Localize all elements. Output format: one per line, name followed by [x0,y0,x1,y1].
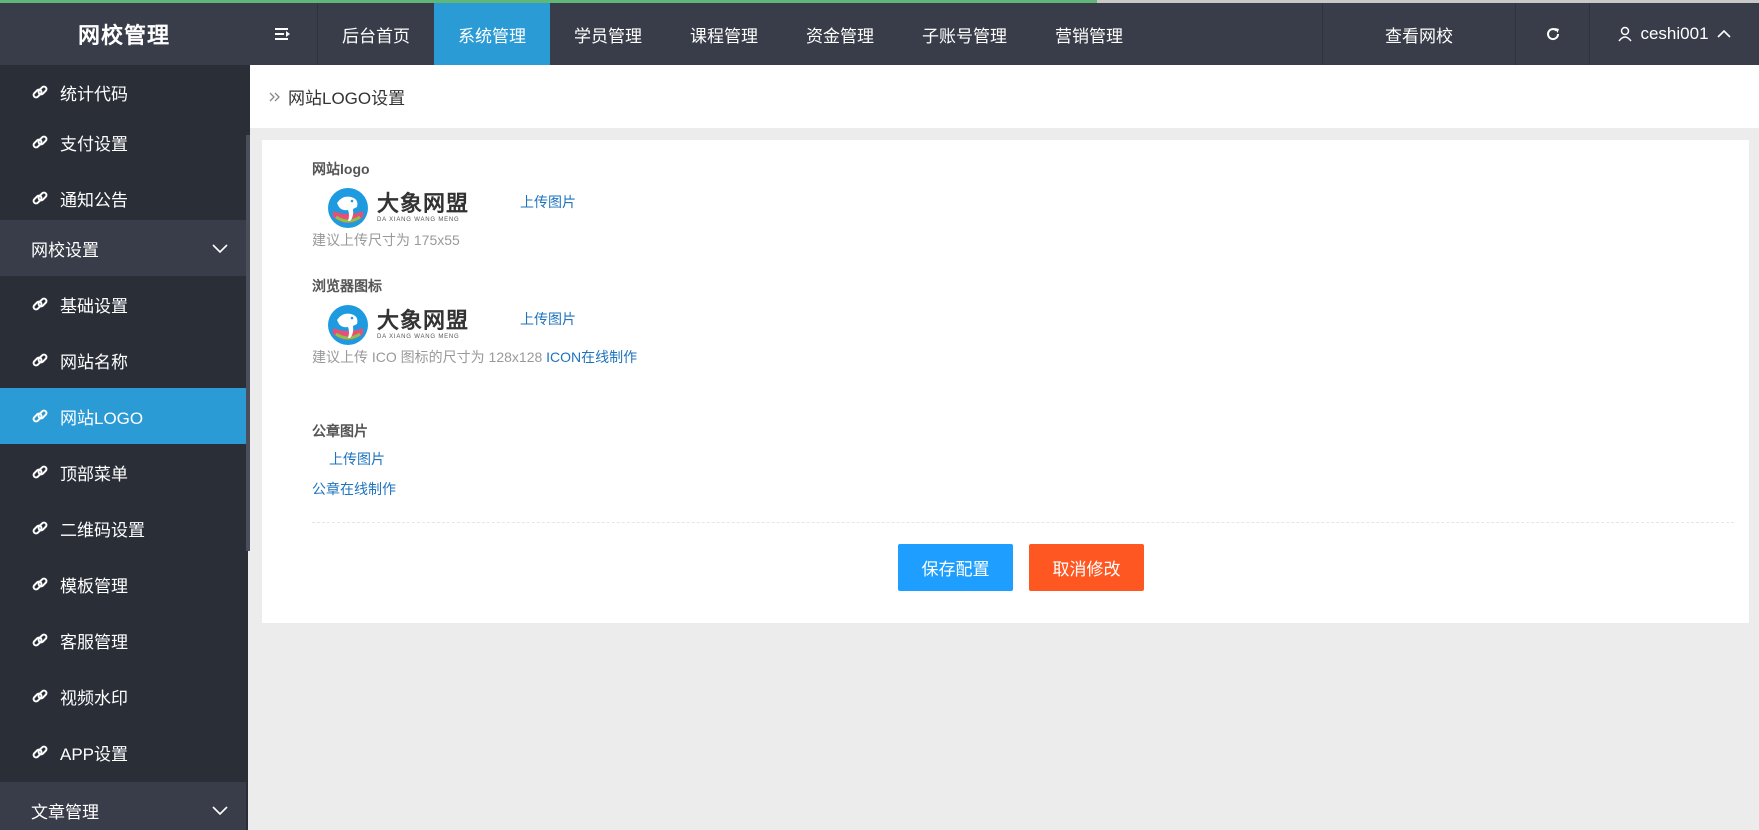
sidebar-group-label: 网校设置 [31,240,99,260]
chevron-down-icon [212,806,228,816]
sidebar-item-label: 网站LOGO [60,408,144,428]
username: ceshi001 [1640,24,1709,43]
form-divider [312,522,1734,523]
link-icon [30,406,50,426]
top-right-tools: 查看网校 ceshi001 [1322,3,1759,65]
top-nav-menu: 后台首页 系统管理 学员管理 课程管理 资金管理 子账号管理 营销管理 [318,3,1147,65]
cancel-changes-button[interactable]: 取消修改 [1029,544,1144,591]
favicon-size-hint: 建议上传 ICO 图标的尺寸为 128x128 ICON在线制作 [312,347,637,367]
sidebar-item-label: 模板管理 [60,576,128,596]
topnav-finance[interactable]: 资金管理 [782,3,898,65]
topnav-system[interactable]: 系统管理 [434,3,550,65]
scrollbar-thumb[interactable] [246,135,250,551]
topnav-home[interactable]: 后台首页 [318,3,434,65]
breadcrumb-current: 网站LOGO设置 [288,89,406,108]
sidebar-item-watermark[interactable]: 视频水印 [0,668,246,724]
sidebar-item-label: APP设置 [60,744,129,764]
logo-wordmark-cn: 大象网盟 [377,191,470,216]
breadcrumb: 网站LOGO设置 [250,65,1759,128]
logo-settings-panel: 网站logo 大象网盟 DA XIANG WANG MENG 上传图片 建议上传… [262,140,1749,623]
double-chevron-right-icon [269,92,280,101]
upload-logo-button[interactable]: 上传图片 [520,192,576,212]
favicon-hint-text: 建议上传 ICO 图标的尺寸为 128x128 [312,349,543,365]
link-icon [30,742,50,762]
sidebar-scrollbar[interactable] [246,65,250,551]
sidebar: 统计代码 支付设置 通知公告 网校设置 基础设置 网站名称 网站LOGO 顶部菜… [0,65,248,830]
sidebar-item-label: 客服管理 [60,632,128,652]
sidebar-item-stats-code[interactable]: 统计代码 [0,65,246,120]
link-icon [30,462,50,482]
topnav-subaccounts[interactable]: 子账号管理 [898,3,1031,65]
logo-wordmark-en: DA XIANG WANG MENG [377,217,460,223]
logo-wordmark: 大象网盟 DA XIANG WANG MENG [377,192,469,224]
seal-label: 公章图片 [312,423,368,439]
menu-collapse-icon [274,28,290,40]
sidebar-item-templates[interactable]: 模板管理 [0,556,246,612]
link-icon [30,188,50,208]
site-logo-label: 网站logo [312,161,370,177]
elephant-globe-logo-icon [328,188,368,228]
link-icon [30,294,50,314]
topnav-students[interactable]: 学员管理 [550,3,666,65]
sidebar-item-site-name[interactable]: 网站名称 [0,332,246,388]
logo-wordmark-cn: 大象网盟 [377,308,470,333]
sidebar-item-payment[interactable]: 支付设置 [0,114,246,170]
link-icon [30,350,50,370]
elephant-globe-logo-icon [328,305,368,345]
sidebar-item-label: 通知公告 [60,190,128,210]
logo-wordmark: 大象网盟 DA XIANG WANG MENG [377,309,469,341]
link-icon [30,82,50,102]
menu-toggle-button[interactable] [248,3,318,65]
brand-title[interactable]: 网校管理 [0,3,248,65]
page-load-progress [0,0,1097,3]
sidebar-item-label: 基础设置 [60,296,128,316]
refresh-button[interactable] [1515,3,1589,65]
sidebar-group-label: 文章管理 [31,802,99,822]
sidebar-item-qrcode[interactable]: 二维码设置 [0,500,246,556]
topnav-marketing[interactable]: 营销管理 [1031,3,1147,65]
icon-maker-link[interactable]: ICON在线制作 [546,349,637,365]
logo-size-hint: 建议上传尺寸为 175x55 [312,232,460,248]
link-icon [30,630,50,650]
site-logo-preview: 大象网盟 DA XIANG WANG MENG [327,186,487,230]
top-navbar: 网校管理 后台首页 系统管理 学员管理 课程管理 资金管理 子账号管理 营销管理… [0,0,1759,65]
sidebar-group-school-settings[interactable]: 网校设置 [0,220,246,276]
sidebar-item-label: 网站名称 [60,352,128,372]
logo-wordmark-en: DA XIANG WANG MENG [377,334,460,340]
favicon-preview: 大象网盟 DA XIANG WANG MENG [327,303,487,347]
sidebar-item-notice[interactable]: 通知公告 [0,170,246,226]
sidebar-item-label: 二维码设置 [60,520,145,540]
user-icon [1618,26,1633,42]
sidebar-item-basic[interactable]: 基础设置 [0,276,246,332]
sidebar-item-top-menu[interactable]: 顶部菜单 [0,444,246,500]
seal-maker-link[interactable]: 公章在线制作 [312,479,396,499]
link-icon [30,574,50,594]
chevron-up-icon [1716,29,1731,38]
save-config-button[interactable]: 保存配置 [898,544,1013,591]
upload-seal-button[interactable]: 上传图片 [329,449,385,469]
sidebar-item-label: 支付设置 [60,134,128,154]
topnav-courses[interactable]: 课程管理 [666,3,782,65]
favicon-label: 浏览器图标 [312,278,382,294]
upload-favicon-button[interactable]: 上传图片 [520,309,576,329]
refresh-icon [1546,28,1559,41]
user-menu[interactable]: ceshi001 [1589,3,1759,65]
sidebar-item-site-logo[interactable]: 网站LOGO [0,388,246,444]
sidebar-item-label: 视频水印 [60,688,128,708]
sidebar-item-customer-service[interactable]: 客服管理 [0,612,246,668]
link-icon [30,518,50,538]
sidebar-item-app[interactable]: APP设置 [0,724,246,780]
sidebar-item-label: 统计代码 [60,84,128,104]
link-icon [30,686,50,706]
sidebar-group-articles[interactable]: 文章管理 [0,782,246,830]
chevron-down-icon [212,244,228,254]
view-site-button[interactable]: 查看网校 [1322,3,1515,65]
link-icon [30,132,50,152]
sidebar-item-label: 顶部菜单 [60,464,128,484]
